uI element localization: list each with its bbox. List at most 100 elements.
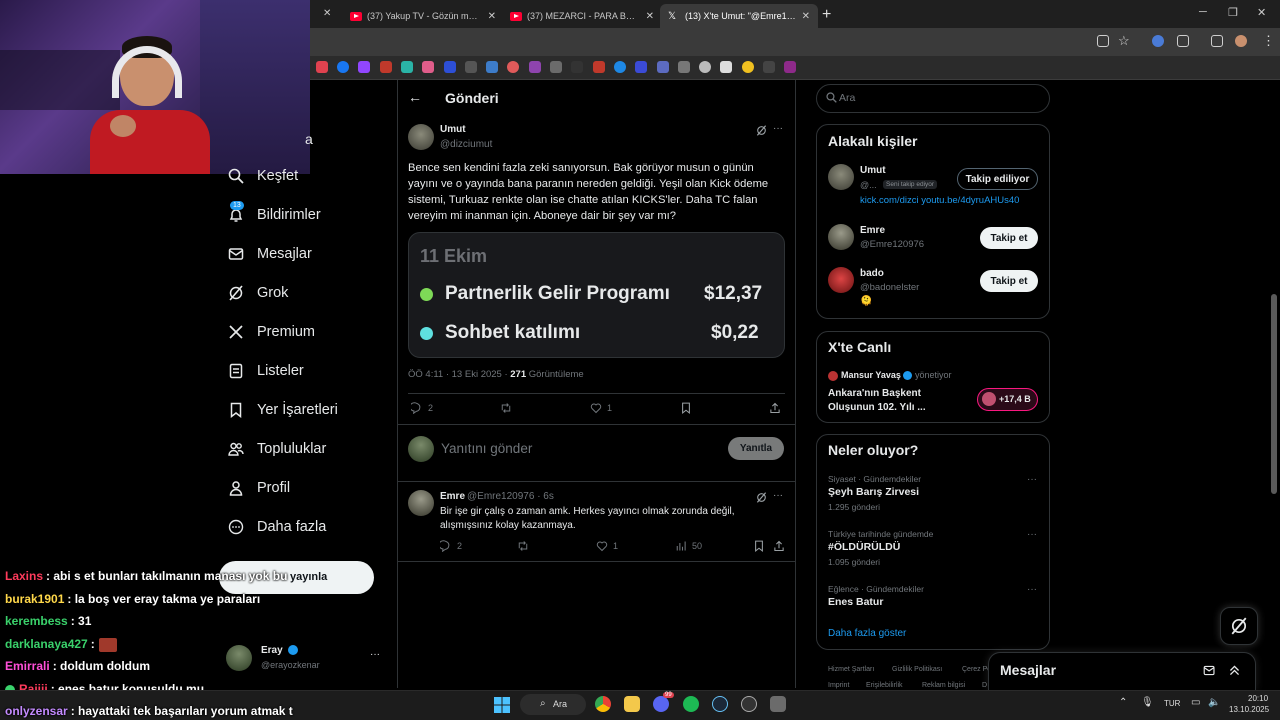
- network-icon[interactable]: ▭: [1191, 697, 1200, 708]
- trend-name[interactable]: Enes Batur: [828, 596, 883, 608]
- grok-icon[interactable]: [756, 125, 767, 136]
- bookmark-icon[interactable]: [401, 61, 413, 73]
- bookmark-icon[interactable]: [720, 61, 732, 73]
- more-icon[interactable]: ···: [1027, 529, 1037, 540]
- bookmark-icon[interactable]: [763, 61, 775, 73]
- bookmark-icon[interactable]: [571, 61, 583, 73]
- footer-link[interactable]: Erişilebilirlik: [866, 682, 903, 689]
- close-icon[interactable]: ✕: [488, 11, 496, 22]
- volume-icon[interactable]: 🔈: [1208, 697, 1220, 708]
- chrome-icon[interactable]: [595, 696, 611, 712]
- page-scrollbar[interactable]: [1271, 294, 1277, 494]
- footer-link[interactable]: Reklam bilgisi: [922, 682, 965, 689]
- account-switcher[interactable]: Eray @erayozkenar ···: [226, 643, 386, 675]
- spotify-icon[interactable]: [683, 696, 699, 712]
- avatar[interactable]: [408, 124, 434, 150]
- puzzle-icon[interactable]: [1177, 35, 1189, 47]
- more-icon[interactable]: ···: [1027, 474, 1037, 485]
- discord-icon[interactable]: [653, 696, 669, 712]
- more-icon[interactable]: ···: [773, 490, 783, 501]
- nav-item-profile[interactable]: Profil: [228, 480, 290, 496]
- microphone-icon[interactable]: 🎙: [1141, 697, 1154, 708]
- post-media[interactable]: 11 Ekim Partnerlik Gelir Programı $12,37…: [408, 232, 785, 358]
- like-action[interactable]: 1: [590, 402, 612, 414]
- close-icon[interactable]: ✕: [802, 11, 810, 22]
- nav-item-bookmarks[interactable]: Yer İşaretleri: [228, 402, 338, 418]
- footer-link[interactable]: Gizlilik Politikası: [892, 666, 942, 673]
- avatar[interactable]: [828, 164, 854, 190]
- bookmark-icon[interactable]: [422, 61, 434, 73]
- new-tab-button[interactable]: +: [822, 6, 831, 24]
- views-action[interactable]: 50: [675, 540, 702, 552]
- reply-action[interactable]: 2: [440, 540, 462, 552]
- avatar[interactable]: [828, 224, 854, 250]
- footer-link[interactable]: Çerez Po: [962, 666, 991, 673]
- bookmark-icon[interactable]: [444, 61, 456, 73]
- bookmark-icon[interactable]: [316, 61, 328, 73]
- bookmark-icon[interactable]: [614, 61, 626, 73]
- bookmark-icon[interactable]: [358, 61, 370, 73]
- following-button[interactable]: Takip ediliyor: [957, 168, 1038, 190]
- star-icon[interactable]: ☆: [1118, 33, 1130, 49]
- windows-start-icon[interactable]: [494, 697, 510, 713]
- post-timestamp[interactable]: ÖÖ 4:11 · 13 Eki 2025 ·: [408, 369, 510, 380]
- bookmark-icon[interactable]: [380, 61, 392, 73]
- bookmark-icon[interactable]: [529, 61, 541, 73]
- obs-icon[interactable]: [741, 696, 757, 712]
- like-action[interactable]: 1: [596, 540, 618, 552]
- bookmark-icon[interactable]: [784, 61, 796, 73]
- bookmark-icon[interactable]: [550, 61, 562, 73]
- tab-yakup-tv[interactable]: (37) Yakup TV - Gözün mü açıld ✕: [342, 4, 504, 28]
- reply-input[interactable]: Yanıtını gönder: [441, 441, 532, 456]
- clock-date[interactable]: 13.10.2025: [1229, 705, 1269, 714]
- nav-item-lists[interactable]: Listeler: [228, 363, 304, 379]
- chevron-up-icon[interactable]: [1228, 664, 1241, 677]
- repost-action[interactable]: [500, 402, 512, 414]
- share-action[interactable]: [769, 402, 781, 414]
- person-name[interactable]: Umut: [860, 165, 886, 176]
- person-name[interactable]: Emre: [860, 225, 885, 236]
- bookmark-icon[interactable]: [678, 61, 690, 73]
- bookmark-icon[interactable]: [486, 61, 498, 73]
- tab-mezarci[interactable]: (37) MEZARCI - PARA BENİ BOZ ✕: [502, 4, 662, 28]
- maximize-button[interactable]: ❐: [1228, 6, 1238, 19]
- bookmark-icon[interactable]: [657, 61, 669, 73]
- bookmark-action[interactable]: [680, 402, 692, 414]
- post-author[interactable]: Umut: [440, 124, 466, 135]
- avatar[interactable]: [408, 490, 434, 516]
- share-action[interactable]: [773, 540, 785, 552]
- media-icon[interactable]: [1211, 35, 1223, 47]
- bookmark-icon[interactable]: [593, 61, 605, 73]
- cast-icon[interactable]: [1097, 35, 1109, 47]
- close-icon[interactable]: ✕: [646, 11, 654, 22]
- repost-action[interactable]: [517, 540, 529, 552]
- menu-icon[interactable]: ⋮: [1262, 33, 1275, 49]
- tab-close-icon[interactable]: ✕: [323, 8, 331, 19]
- show-more-link[interactable]: Daha fazla göster: [828, 628, 906, 639]
- follow-button[interactable]: Takip et: [980, 270, 1038, 292]
- minimize-button[interactable]: ─: [1199, 6, 1207, 18]
- bookmark-icon[interactable]: [635, 61, 647, 73]
- language-indicator[interactable]: TUR: [1164, 699, 1180, 708]
- more-icon[interactable]: ···: [773, 123, 783, 134]
- clock-time[interactable]: 20:10: [1248, 694, 1268, 703]
- trend-name[interactable]: Şeyh Barış Zirvesi: [828, 486, 919, 498]
- chevron-up-icon[interactable]: ⌃: [1119, 697, 1127, 708]
- footer-link[interactable]: Hizmet Şartları: [828, 666, 874, 673]
- bookmark-icon[interactable]: [507, 61, 519, 73]
- post-handle[interactable]: @dizciumut: [440, 139, 492, 150]
- person-name[interactable]: bado: [860, 268, 884, 279]
- live-host[interactable]: Mansur Yavaş: [841, 370, 901, 380]
- back-arrow-icon[interactable]: ←: [408, 89, 422, 105]
- reply-action[interactable]: 2: [411, 402, 433, 414]
- grok-icon[interactable]: [756, 492, 767, 503]
- trend-name[interactable]: #ÖLDÜRÜLDÜ: [828, 541, 900, 553]
- person-bio-link[interactable]: kick.com/dizci youtu.be/4dyruAHUs40: [860, 195, 1019, 206]
- new-message-icon[interactable]: [1203, 664, 1216, 677]
- profile-avatar[interactable]: [1235, 35, 1247, 47]
- live-space-title[interactable]: Ankara'nın Başkent Oluşunun 102. Yılı ..…: [828, 387, 948, 414]
- reply-handle-time[interactable]: @Emre120976 · 6s: [467, 491, 554, 502]
- reply-submit-button[interactable]: Yanıtla: [728, 437, 784, 460]
- footer-link[interactable]: D: [982, 682, 987, 689]
- avatar[interactable]: [828, 267, 854, 293]
